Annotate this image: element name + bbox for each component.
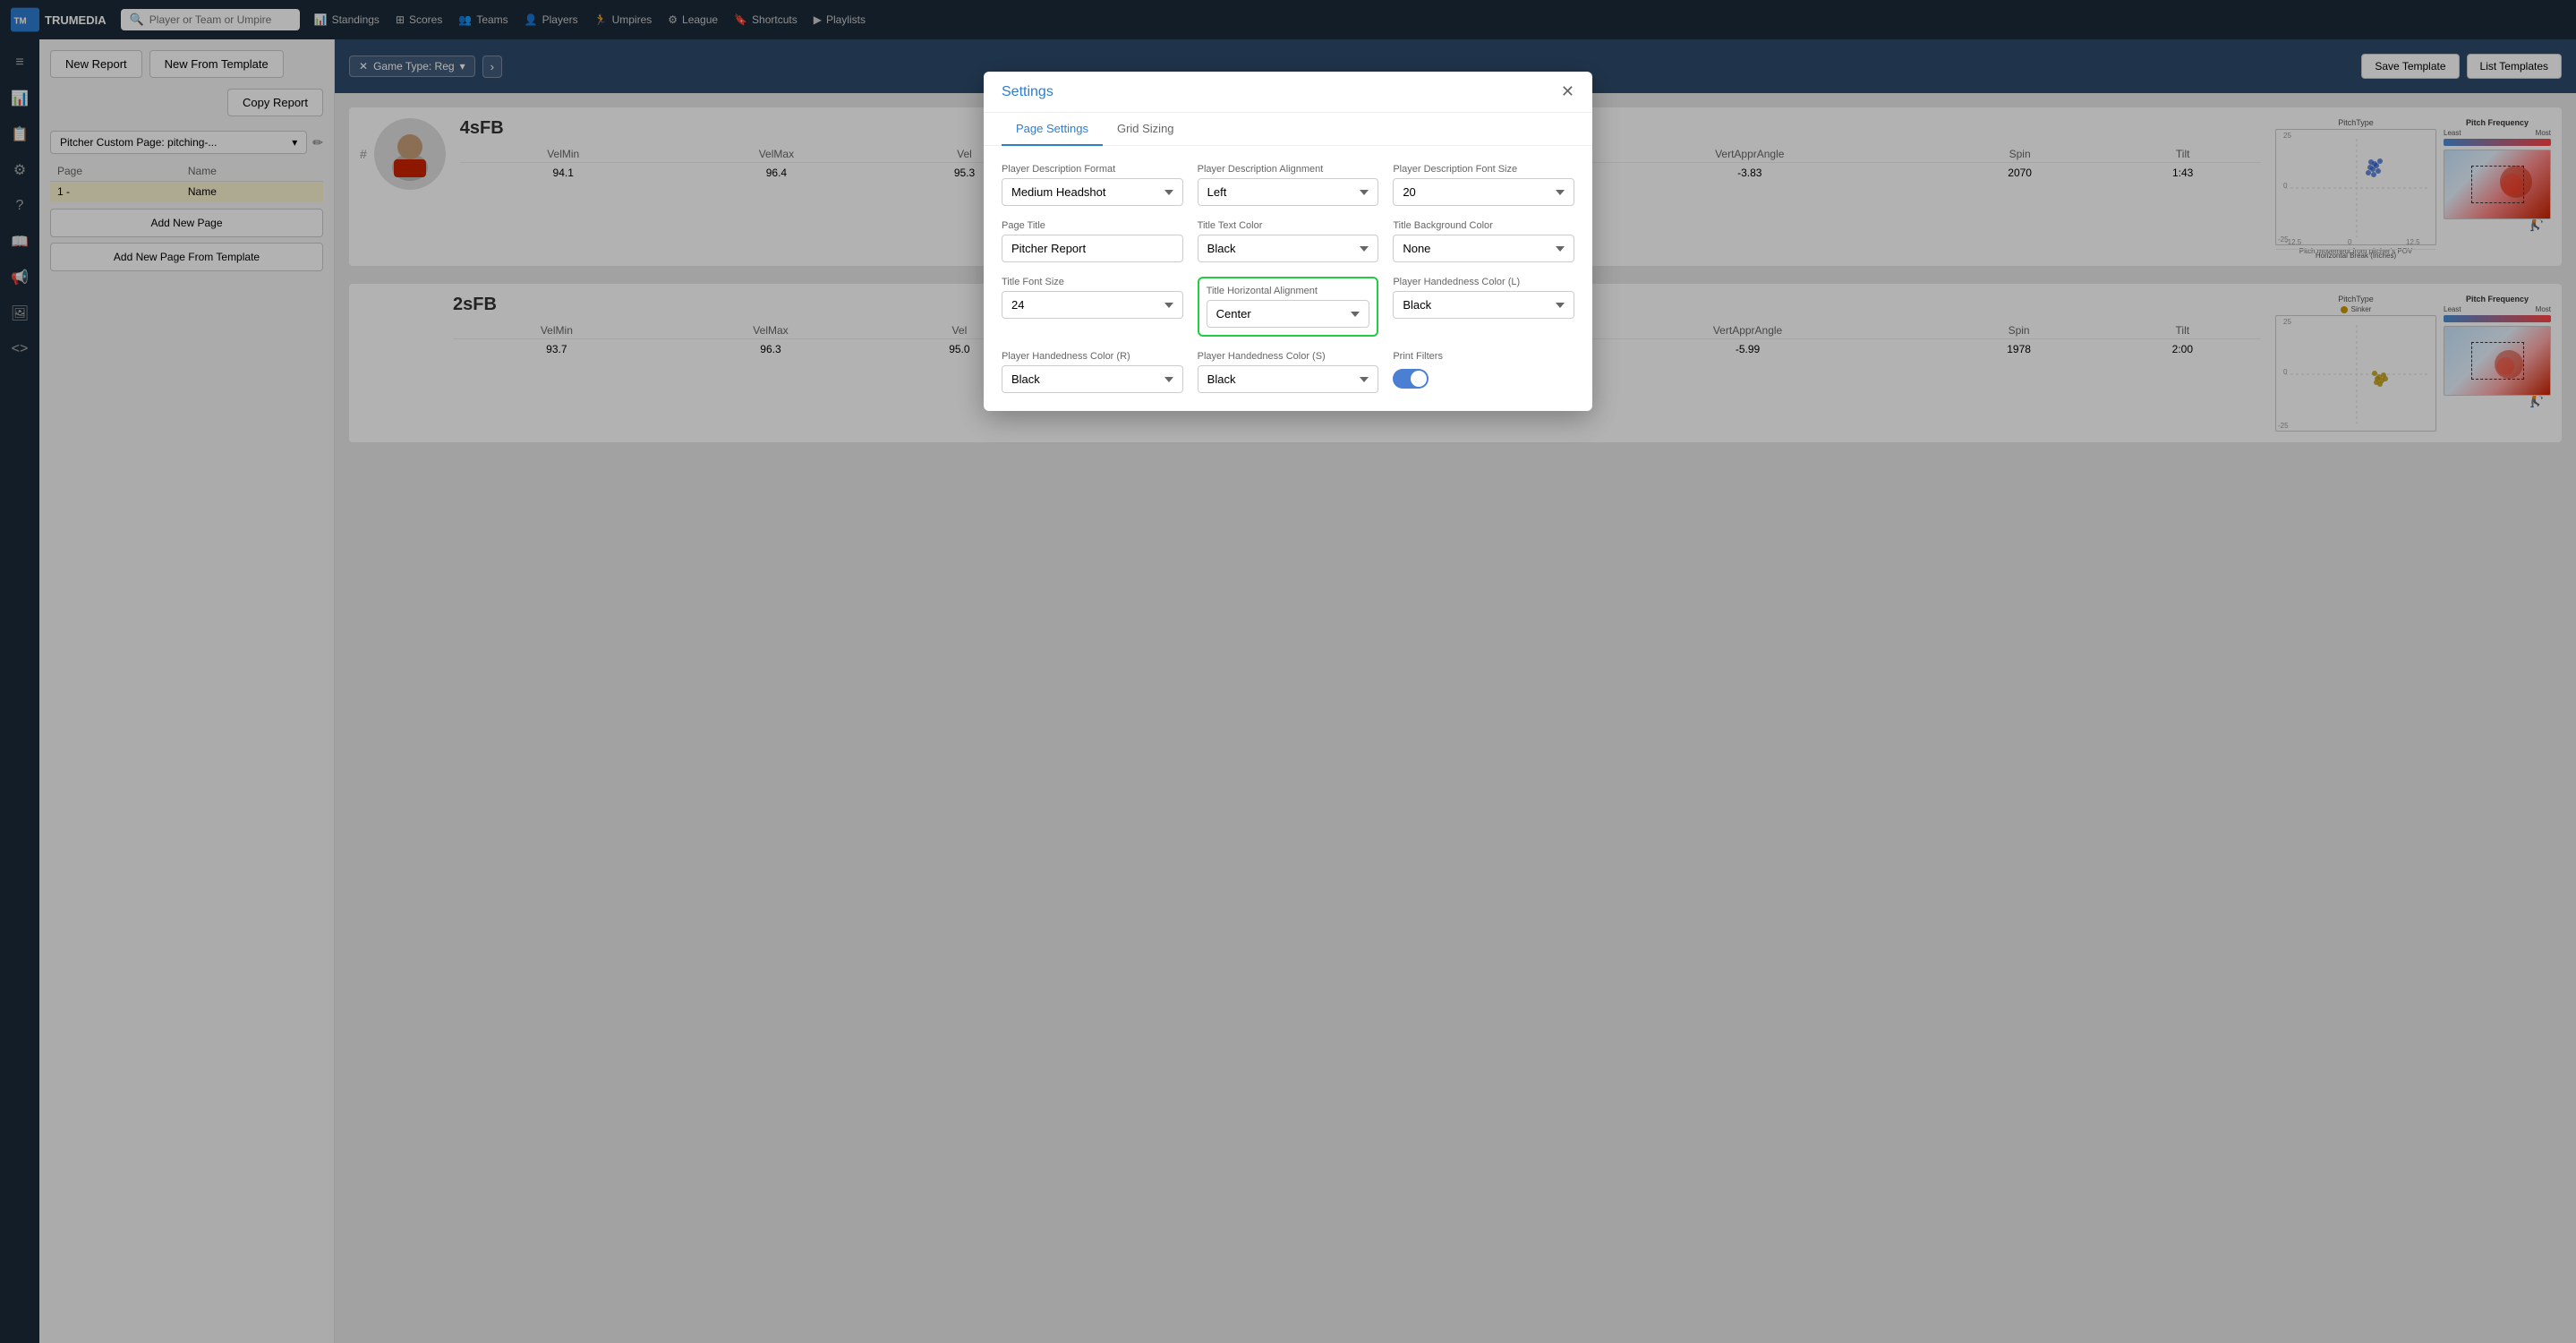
player-handedness-r-label: Player Handedness Color (R): [1002, 351, 1183, 362]
title-text-color-label: Title Text Color: [1198, 220, 1379, 231]
player-desc-font-size-label: Player Description Font Size: [1393, 164, 1574, 175]
modal-header: Settings ✕: [984, 72, 1592, 113]
player-handedness-color-s-group: Player Handedness Color (S) Black BlueRe…: [1198, 351, 1379, 393]
modal-tabs: Page Settings Grid Sizing: [984, 113, 1592, 146]
tab-page-settings[interactable]: Page Settings: [1002, 113, 1103, 146]
title-h-align-select[interactable]: Center LeftRight: [1207, 300, 1370, 328]
player-handedness-color-r-group: Player Handedness Color (R) Black BlueRe…: [1002, 351, 1183, 393]
modal-title: Settings: [1002, 84, 1053, 100]
title-h-align-label: Title Horizontal Alignment: [1207, 286, 1370, 296]
page-title-input[interactable]: [1002, 235, 1183, 262]
title-text-color-select[interactable]: Black WhiteBlueRed: [1198, 235, 1379, 262]
player-desc-alignment-label: Player Description Alignment: [1198, 164, 1379, 175]
page-title-label: Page Title: [1002, 220, 1183, 231]
title-text-color-group: Title Text Color Black WhiteBlueRed: [1198, 220, 1379, 262]
print-filters-label: Print Filters: [1393, 351, 1574, 362]
player-handedness-l-label: Player Handedness Color (L): [1393, 277, 1574, 287]
player-desc-font-size-select[interactable]: 20 1214161824: [1393, 178, 1574, 206]
player-handedness-r-select[interactable]: Black BlueRedGreen: [1002, 365, 1183, 393]
tab-grid-sizing[interactable]: Grid Sizing: [1103, 113, 1189, 146]
modal-body: Player Description Format Medium Headsho…: [984, 146, 1592, 411]
print-filters-toggle[interactable]: [1393, 369, 1429, 389]
page-title-group: Page Title: [1002, 220, 1183, 262]
title-horizontal-alignment-group: Title Horizontal Alignment Center LeftRi…: [1198, 277, 1379, 337]
player-handedness-s-label: Player Handedness Color (S): [1198, 351, 1379, 362]
player-desc-format-group: Player Description Format Medium Headsho…: [1002, 164, 1183, 206]
print-filters-group: Print Filters: [1393, 351, 1574, 393]
settings-modal: Settings ✕ Page Settings Grid Sizing Pla…: [984, 72, 1592, 411]
player-handedness-l-select[interactable]: Black BlueRedGreen: [1393, 291, 1574, 319]
player-handedness-s-select[interactable]: Black BlueRedGreen: [1198, 365, 1379, 393]
player-handedness-color-l-group: Player Handedness Color (L) Black BlueRe…: [1393, 277, 1574, 337]
toggle-knob: [1411, 371, 1427, 387]
player-desc-alignment-select[interactable]: Left Center Right: [1198, 178, 1379, 206]
player-desc-format-label: Player Description Format: [1002, 164, 1183, 175]
title-bg-color-label: Title Background Color: [1393, 220, 1574, 231]
print-filters-toggle-container: [1393, 369, 1574, 389]
title-bg-color-group: Title Background Color None WhiteGrayBla…: [1393, 220, 1574, 262]
title-font-size-select[interactable]: 24 161820222832: [1002, 291, 1183, 319]
title-bg-color-select[interactable]: None WhiteGrayBlackBlue: [1393, 235, 1574, 262]
title-font-size-label: Title Font Size: [1002, 277, 1183, 287]
player-desc-alignment-group: Player Description Alignment Left Center…: [1198, 164, 1379, 206]
title-font-size-group: Title Font Size 24 161820222832: [1002, 277, 1183, 337]
modal-overlay: Settings ✕ Page Settings Grid Sizing Pla…: [0, 0, 2576, 1343]
player-desc-font-size-group: Player Description Font Size 20 12141618…: [1393, 164, 1574, 206]
modal-close-button[interactable]: ✕: [1561, 82, 1574, 101]
player-desc-format-select[interactable]: Medium Headshot Small Headshot Large Hea…: [1002, 178, 1183, 206]
